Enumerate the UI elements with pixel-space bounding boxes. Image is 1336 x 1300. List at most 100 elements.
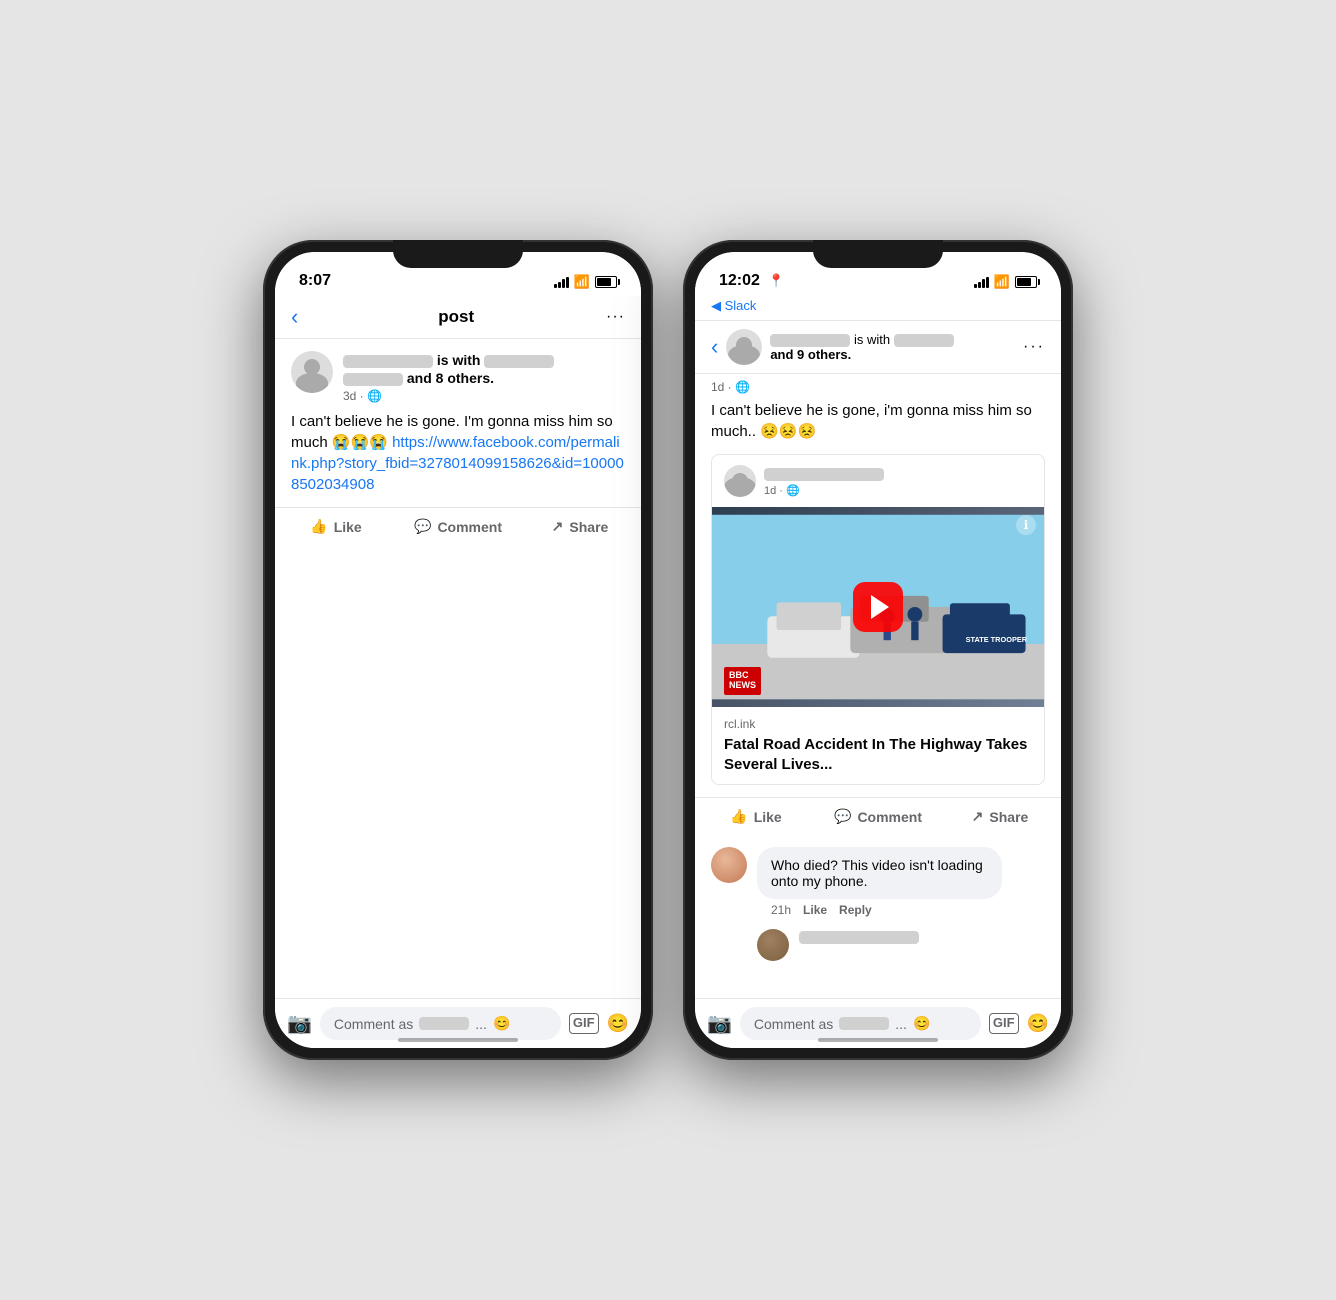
gif-icon-2[interactable]: GIF: [989, 1013, 1019, 1034]
battery-icon-1: [595, 276, 617, 288]
comment-input-1[interactable]: Comment as ... 😊: [320, 1007, 561, 1040]
home-indicator-1: [398, 1038, 518, 1042]
comment-bubble-1: Who died? This video isn't loading onto …: [757, 847, 1002, 899]
commenter-avatar-1: [711, 847, 747, 883]
link-meta-2: rcl.ink Fatal Road Accident In The Highw…: [712, 707, 1044, 784]
post-time-2: 1d · 🌐: [695, 374, 1061, 400]
post-time-1: 3d · 🌐: [343, 389, 625, 403]
content-1: is with and 8 others. 3d · 🌐 I can't bel…: [275, 339, 641, 998]
status-icons-1: 📶: [554, 274, 617, 290]
wifi-icon-2: 📶: [994, 274, 1010, 290]
svg-text:STATE TROOPER: STATE TROOPER: [966, 635, 1028, 644]
signal-bar-2: [558, 282, 561, 288]
share-btn-1[interactable]: ↗ Share: [519, 510, 641, 543]
comment-name-blurred-1: [419, 1017, 469, 1030]
battery-icon-2: [1015, 276, 1037, 288]
share-icon-2: ↗: [972, 808, 984, 825]
share-label-1: Share: [569, 519, 608, 535]
like-btn-2[interactable]: 👍 Like: [695, 800, 817, 833]
status-time-1: 8:07: [299, 272, 331, 290]
comment-dots-2: ...: [895, 1016, 907, 1032]
comment-label-2: Comment: [857, 809, 922, 825]
comment-label-1: Comment: [437, 519, 502, 535]
avatar-1: [291, 351, 333, 393]
back-button-2[interactable]: ‹: [711, 334, 718, 360]
comment-btn-2[interactable]: 💬 Comment: [817, 800, 939, 833]
comment-placeholder-2: Comment as: [754, 1016, 833, 1032]
action-bar-1: 👍 Like 💬 Comment ↗ Share: [275, 507, 641, 545]
nav-bar-1: ‹ post ···: [275, 296, 641, 339]
link-domain-2: rcl.ink: [724, 717, 1032, 731]
camera-icon-1[interactable]: 📷: [287, 1011, 312, 1036]
author-name-blurred-1: [343, 355, 433, 368]
content-2: 1d · 🌐 I can't believe he is gone, i'm g…: [695, 374, 1061, 998]
tagged-blurred-2: [894, 334, 954, 347]
action-bar-2: 👍 Like 💬 Comment ↗ Share: [695, 797, 1061, 835]
home-indicator-2: [818, 1038, 938, 1042]
more-button-1[interactable]: ···: [606, 308, 625, 326]
emoji-icon-1[interactable]: 😊: [607, 1013, 629, 1034]
shared-avatar-2: [724, 465, 756, 497]
comment-extras-1: GIF 😊: [569, 1013, 629, 1034]
post-text-2: I can't believe he is gone, i'm gonna mi…: [711, 402, 1032, 440]
video-thumbnail-2[interactable]: STATE TROOPER BBCNEWS ℹ: [712, 507, 1044, 707]
shared-meta-2: 1d · 🌐: [764, 466, 884, 497]
gif-icon-1[interactable]: GIF: [569, 1013, 599, 1034]
comment-input-2[interactable]: Comment as ... 😊: [740, 1007, 981, 1040]
screen-2: 12:02 📍 📶 ◀: [695, 252, 1061, 1048]
comment-like-1[interactable]: Like: [803, 903, 827, 917]
nav-post-info-2: is with and 9 others.: [762, 332, 1023, 362]
signal-bars-1: [554, 276, 569, 288]
post-header-1: is with and 8 others. 3d · 🌐: [275, 339, 641, 411]
like-btn-1[interactable]: 👍 Like: [275, 510, 397, 543]
notch-2: [813, 240, 943, 268]
back-button-1[interactable]: ‹: [291, 304, 298, 330]
is-with-text-1: is with: [437, 352, 481, 368]
camera-icon-2[interactable]: 📷: [707, 1011, 732, 1036]
post-body-1: I can't believe he is gone. I'm gonna mi…: [275, 411, 641, 507]
play-triangle-2: [871, 595, 889, 619]
comment-emoji-icon-1: 😊: [493, 1015, 510, 1032]
signal-bar-2-3: [982, 279, 985, 288]
wifi-icon-1: 📶: [574, 274, 590, 290]
signal-bars-2: [974, 276, 989, 288]
comment-placeholder-1: Comment as: [334, 1016, 413, 1032]
post-meta-1: is with and 8 others. 3d · 🌐: [343, 351, 625, 403]
info-icon-2[interactable]: ℹ: [1016, 515, 1036, 535]
like-icon-1: 👍: [310, 518, 327, 535]
signal-bar-1: [554, 284, 557, 288]
play-button-2[interactable]: [853, 582, 903, 632]
comment-time-1: 21h: [771, 903, 791, 917]
reply-button-1[interactable]: Reply: [839, 903, 872, 917]
nav-title-1: post: [306, 307, 606, 327]
comment-icon-2: 💬: [834, 808, 851, 825]
slack-back-2[interactable]: ◀ Slack: [711, 298, 756, 313]
nav-author-info-2: is with: [770, 332, 1015, 347]
share-btn-2[interactable]: ↗ Share: [939, 800, 1061, 833]
comment-content-1: Who died? This video isn't loading onto …: [757, 847, 1045, 917]
signal-bar-2-2: [978, 282, 981, 288]
signal-bar-2-4: [986, 277, 989, 288]
time-text-2: 1d · 🌐: [711, 380, 750, 394]
nav-others-2: and 9 others.: [770, 347, 1015, 362]
time-text-1: 3d · 🌐: [343, 389, 382, 403]
like-icon-2: 👍: [730, 808, 747, 825]
comment-btn-1[interactable]: 💬 Comment: [397, 510, 519, 543]
shared-author-blurred-2: [764, 468, 884, 481]
bbc-badge-2: BBCNEWS: [724, 667, 761, 695]
phones-container: 8:07 📶 ‹ post ··: [263, 240, 1073, 1060]
post-author-1: is with and 8 others.: [343, 351, 625, 387]
signal-bar-4: [566, 277, 569, 288]
phone-2: 12:02 📍 📶 ◀: [683, 240, 1073, 1060]
others-count-1: and 8 others.: [407, 370, 494, 386]
nested-avatar-1: [757, 929, 789, 961]
comment-section-2: Who died? This video isn't loading onto …: [695, 835, 1061, 973]
is-with-2: is with: [854, 332, 890, 347]
nested-author-blurred: [799, 931, 919, 944]
emoji-icon-2[interactable]: 😊: [1027, 1013, 1049, 1034]
notch-1: [393, 240, 523, 268]
more-button-2[interactable]: ···: [1023, 338, 1045, 356]
sub-nav-2[interactable]: ◀ Slack: [695, 296, 1061, 320]
status-icons-2: 📶: [974, 274, 1037, 290]
post-body-2: I can't believe he is gone, i'm gonna mi…: [695, 400, 1061, 454]
